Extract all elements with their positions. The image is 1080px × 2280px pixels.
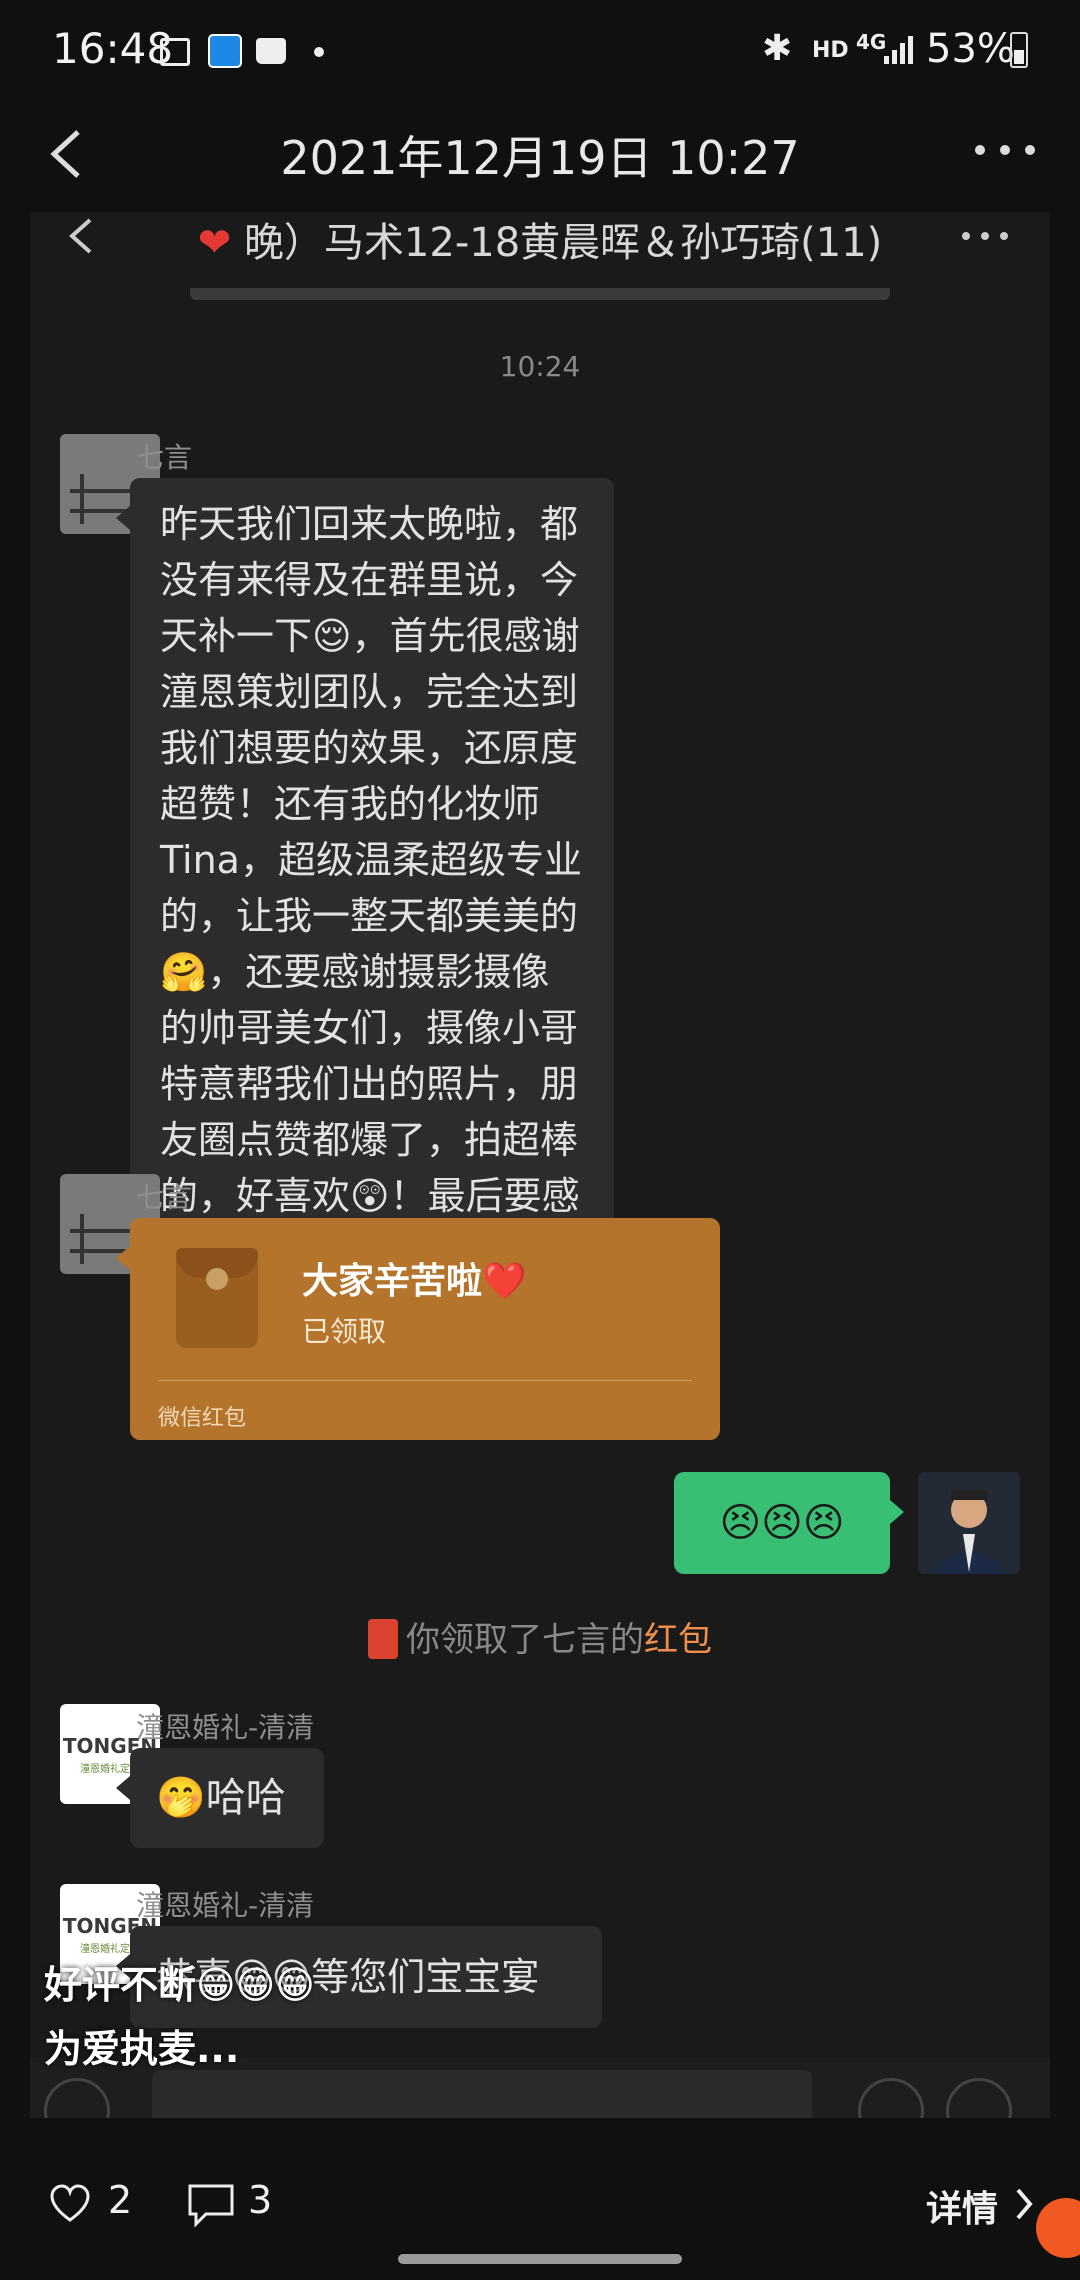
sender-name: 七言 [136,1181,193,1214]
heart-outline-icon [50,2184,90,2222]
message-bubble[interactable]: 🤭哈哈 [116,1748,324,1848]
chat-group-title: ❤ 晚）马术12-18黄晨晖＆孙巧琦(11) [197,220,883,266]
my-message-bubble[interactable]: 😣😣😣 [674,1472,904,1574]
comment-count: 3 [248,2178,273,2222]
divider [158,1380,692,1381]
like-count: 2 [108,2178,133,2222]
status-time: 16:48 [52,24,174,73]
details-button[interactable]: 详情 [926,2178,1046,2232]
red-packet-link[interactable]: 红包 [644,1620,712,1660]
sender-name: 潼恩婚礼-清清 [136,1889,315,1922]
signal-icon [884,30,918,66]
ifly-app-icon [208,34,242,68]
red-packet-card[interactable]: 大家辛苦啦❤️ 已领取 微信红包 [116,1218,720,1440]
message-text: 🤭哈哈 [156,1775,286,1821]
sender-name: 潼恩婚礼-清清 [136,1711,315,1744]
chat-header: ❤ 晚）马术12-18黄晨晖＆孙巧琦(11) [30,212,1050,312]
emoji-icon [858,2078,924,2118]
chat-screenshot[interactable]: ❤ 晚）马术12-18黄晨晖＆孙巧琦(11) 10:24 七言 昨天我们回来太晚… [30,212,1050,2118]
voice-icon [44,2078,110,2118]
details-label: 详情 [926,2189,999,2230]
status-bar: 16:48 ✱ HD 4G 53% [0,0,1080,100]
message-text: 😣😣😣 [719,1500,845,1546]
divider [190,288,890,300]
heart-icon: ❤ [197,220,232,266]
red-packet-title: 大家辛苦啦❤️ [302,1261,527,1302]
top-header: 2021年12月19日 10:27 [0,100,1080,212]
chevron-right-icon [1016,2188,1033,2220]
red-packet-status: 已领取 [302,1315,387,1348]
post-caption-line1: 好评不断😁😁😁 [44,1963,315,2007]
hd-label: HD [812,38,849,63]
shopping-bag-icon [256,38,286,64]
home-indicator[interactable] [398,2254,682,2264]
plus-icon [946,2078,1012,2118]
page-title: 2021年12月19日 10:27 [280,131,800,185]
battery-icon [1010,32,1028,68]
post-caption-line2: 为爱执麦... [44,2027,240,2071]
system-message: 你领取了七言的红包 [30,1612,1050,1661]
gallery-icon [160,38,190,66]
message-input [152,2070,812,2118]
like-button[interactable]: 2 [48,2178,138,2232]
chat-timestamp: 10:24 [499,350,581,383]
chat-more-icon [960,226,1010,250]
battery-percent: 53% [926,26,1015,72]
red-packet-icon [368,1619,398,1659]
red-packet-footer: 微信红包 [158,1406,247,1431]
comment-icon [188,2184,234,2228]
more-options-button[interactable] [970,130,1040,170]
dot-icon [314,47,324,57]
network-label: 4G [856,30,887,54]
bluetooth-icon: ✱ [762,28,793,69]
red-packet-icon [176,1248,258,1348]
my-avatar[interactable] [918,1472,1020,1574]
more-dots-icon [975,145,1035,155]
sender-name: 七言 [136,441,193,474]
comment-button[interactable]: 3 [186,2178,286,2232]
